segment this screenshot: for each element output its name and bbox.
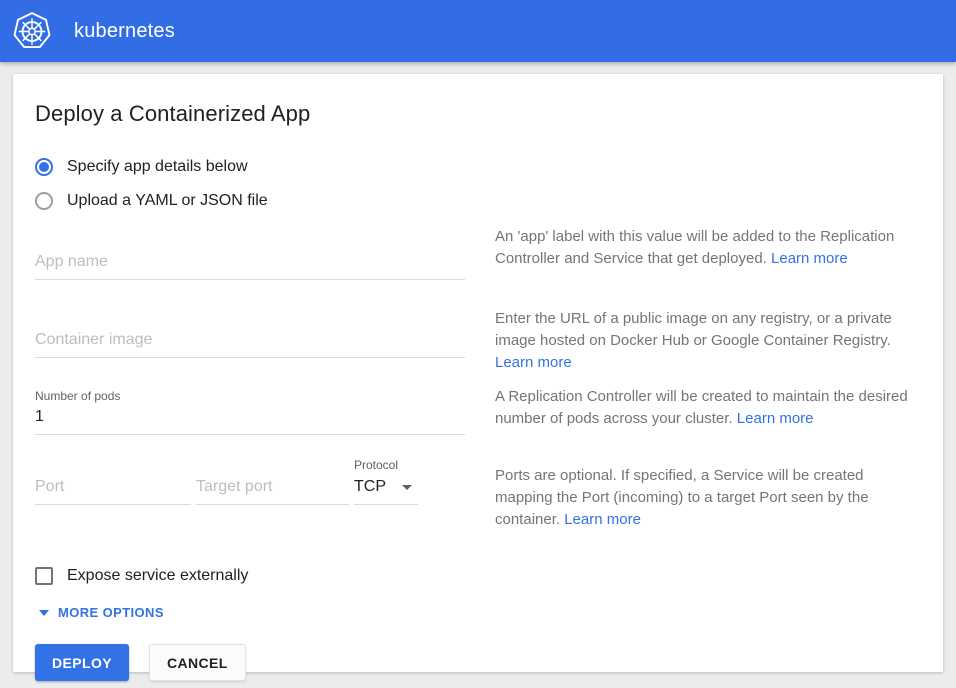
radio-unselected-icon[interactable]	[35, 192, 53, 210]
ports-help: Ports are optional. If specified, a Serv…	[495, 465, 921, 531]
protocol-label: Protocol	[354, 458, 418, 472]
app-name-input[interactable]	[35, 253, 465, 280]
target-port-input[interactable]	[196, 478, 349, 505]
learn-more-link[interactable]: Learn more	[737, 410, 814, 427]
learn-more-link[interactable]: Learn more	[495, 354, 572, 371]
brand-title[interactable]: kubernetes	[74, 20, 175, 43]
cancel-button[interactable]: CANCEL	[149, 644, 246, 681]
port-input[interactable]	[35, 478, 191, 505]
page-title: Deploy a Containerized App	[35, 101, 921, 127]
radio-selected-icon[interactable]	[35, 158, 53, 176]
ports-row: Protocol TCP Ports are optional. If spec…	[35, 458, 921, 531]
app-name-row: An 'app' label with this value will be a…	[35, 226, 921, 280]
app-header: kubernetes	[0, 0, 956, 62]
help-text: A Replication Controller will be created…	[495, 388, 908, 427]
radio-upload-yaml[interactable]: Upload a YAML or JSON file	[35, 192, 921, 210]
more-options-toggle[interactable]: MORE OPTIONS	[39, 605, 921, 620]
deploy-form-card: Deploy a Containerized App Specify app d…	[13, 74, 943, 672]
protocol-value: TCP	[354, 478, 386, 496]
radio-label: Specify app details below	[67, 158, 248, 176]
checkbox-label: Expose service externally	[67, 567, 248, 585]
form-actions: DEPLOY CANCEL	[35, 644, 921, 681]
protocol-select[interactable]: TCP	[354, 472, 418, 505]
app-name-help: An 'app' label with this value will be a…	[495, 226, 921, 270]
deploy-button[interactable]: DEPLOY	[35, 644, 129, 681]
deploy-mode-radio-group: Specify app details below Upload a YAML …	[35, 158, 921, 210]
kubernetes-logo-icon[interactable]	[12, 11, 52, 51]
pods-label: Number of pods	[35, 389, 465, 403]
pods-help: A Replication Controller will be created…	[495, 386, 921, 430]
help-text: Enter the URL of a public image on any r…	[495, 310, 892, 349]
learn-more-link[interactable]: Learn more	[564, 511, 641, 528]
checkbox-unchecked-icon[interactable]	[35, 567, 53, 585]
radio-label: Upload a YAML or JSON file	[67, 192, 268, 210]
expose-service-checkbox-row[interactable]: Expose service externally	[35, 567, 921, 585]
pods-input[interactable]	[35, 408, 465, 435]
more-options-arrow-icon	[39, 610, 49, 616]
container-image-row: Enter the URL of a public image on any r…	[35, 308, 921, 374]
radio-specify-details[interactable]: Specify app details below	[35, 158, 921, 176]
pods-row: Number of pods A Replication Controller …	[35, 386, 921, 435]
dropdown-arrow-icon	[402, 485, 412, 490]
container-image-help: Enter the URL of a public image on any r…	[495, 308, 921, 374]
help-text: Ports are optional. If specified, a Serv…	[495, 467, 869, 528]
container-image-input[interactable]	[35, 331, 465, 358]
more-options-label: MORE OPTIONS	[58, 605, 164, 620]
learn-more-link[interactable]: Learn more	[771, 250, 848, 267]
